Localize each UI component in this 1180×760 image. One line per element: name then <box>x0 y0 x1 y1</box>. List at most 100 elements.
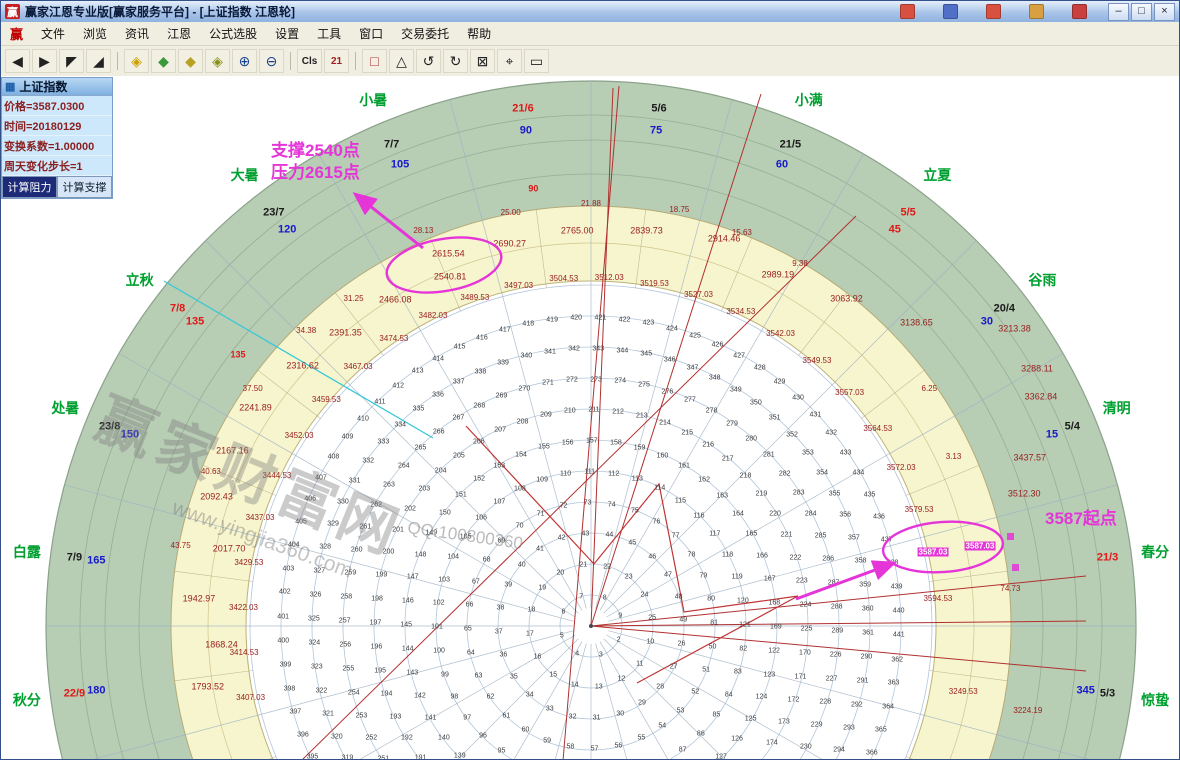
wheel-label: 163 <box>716 492 728 499</box>
wheel-label: 98 <box>450 694 458 701</box>
menu-item-8[interactable]: 交易委托 <box>392 23 458 44</box>
wheel-label: 117 <box>709 531 720 538</box>
tray-icon-3[interactable] <box>1029 4 1044 19</box>
wheel-label: 336 <box>432 391 444 398</box>
wheel-label: 435 <box>864 491 876 498</box>
wheel-label: 小暑 <box>359 93 387 107</box>
maximize-button[interactable]: □ <box>1131 3 1152 21</box>
wheel-label: 422 <box>619 316 631 323</box>
crosshair-icon[interactable]: ⌖ <box>497 49 522 73</box>
minimize-button[interactable]: – <box>1108 3 1129 21</box>
wheel-label: 21/3 <box>1097 552 1118 563</box>
calc-resistance-button[interactable]: 计算阻力 <box>2 176 57 198</box>
menu-item-0[interactable]: 文件 <box>32 23 74 44</box>
wheel-label: 66 <box>466 602 474 609</box>
menu-item-3[interactable]: 江恩 <box>158 23 200 44</box>
close-box-icon[interactable]: ⊠ <box>470 49 495 73</box>
wheel-label: 324 <box>308 639 320 646</box>
wheel-label: 411 <box>374 398 385 405</box>
wheel-label: 275 <box>638 382 650 389</box>
wheel-label: 337 <box>453 379 465 386</box>
wheel-label: 222 <box>790 554 802 561</box>
wheel-label: 139 <box>454 753 466 760</box>
back-icon[interactable]: ◀ <box>5 49 30 73</box>
wheel-label: 220 <box>769 510 781 517</box>
wheel-label: 18 <box>528 606 536 613</box>
select-tool-icon[interactable]: ▭ <box>524 49 549 73</box>
menu-item-2[interactable]: 资讯 <box>116 23 158 44</box>
menu-item-1[interactable]: 浏览 <box>74 23 116 44</box>
gann-fan-icon[interactable]: ◆ <box>178 49 203 73</box>
wheel-label: 221 <box>781 532 793 539</box>
wheel-label: 58 <box>566 744 574 751</box>
wheel-label: 33 <box>546 705 554 712</box>
wheel-label: 立夏 <box>923 168 951 182</box>
wheel-label: 214 <box>659 420 671 427</box>
wheel-label: 83 <box>734 669 742 676</box>
wheel-label: 100 <box>433 648 445 655</box>
wheel-label: 2540.81 <box>434 273 467 282</box>
zoom-in-icon[interactable]: ⊕ <box>232 49 257 73</box>
rect-tool-icon[interactable]: □ <box>362 49 387 73</box>
wheel-label: 大暑 <box>231 168 259 182</box>
menu-item-7[interactable]: 窗口 <box>350 23 392 44</box>
wheel-label: 11 <box>636 660 643 667</box>
rotate-left-icon[interactable]: ↺ <box>416 49 441 73</box>
menu-item-6[interactable]: 工具 <box>308 23 350 44</box>
wheel-label: 2017.70 <box>213 545 246 554</box>
wheel-label: 75 <box>631 507 639 514</box>
wheel-label: 3063.92 <box>830 294 863 303</box>
cls-button[interactable]: Cls <box>297 49 322 73</box>
wheel-label: 396 <box>297 732 309 739</box>
tray-icon-2[interactable] <box>986 4 1001 19</box>
app-window: 赢 赢家江恩专业版[赢家服务平台] - [上证指数 江恩轮] – □ × 赢 文… <box>0 0 1180 760</box>
wheel-label: 3489.53 <box>460 294 489 302</box>
wheel-label: 71 <box>537 510 545 517</box>
calc-support-button[interactable]: 计算支撑 <box>57 176 112 198</box>
tray-icon-4[interactable] <box>1072 4 1087 19</box>
wheel-label: 226 <box>830 652 842 659</box>
wheel-label: 424 <box>666 325 678 332</box>
trend-up-tool-icon[interactable]: ◤ <box>59 49 84 73</box>
wheel-label: 165 <box>87 555 105 566</box>
menu-item-4[interactable]: 公式选股 <box>200 23 266 44</box>
menu-item-5[interactable]: 设置 <box>266 23 308 44</box>
wheel-label: 90 <box>520 126 532 137</box>
wheel-label: 414 <box>432 355 444 362</box>
trend-down-tool-icon[interactable]: ◢ <box>86 49 111 73</box>
gann-wheel-icon[interactable]: ◈ <box>124 49 149 73</box>
wheel-label: 267 <box>453 415 465 422</box>
wheel-label: 46 <box>648 553 656 560</box>
calendar-21-icon[interactable]: 21 <box>324 49 349 73</box>
wheel-label: 48 <box>675 593 683 600</box>
wheel-label: 135 <box>186 317 204 328</box>
grid-icon: ▦ <box>5 80 15 93</box>
wheel-label: 124 <box>756 694 768 701</box>
gann-wheel-chart[interactable]: 小暑大暑立秋处暑白露秋分小满立夏谷雨清明春分惊蛰7/721/65/621/55/… <box>1 76 1180 760</box>
wheel-label: 114 <box>654 485 665 492</box>
wheel-label: 3138.65 <box>900 318 933 327</box>
tray-icon-0[interactable] <box>900 4 915 19</box>
zoom-out-icon[interactable]: ⊖ <box>259 49 284 73</box>
wheel-label: 7 <box>579 593 583 600</box>
tray-icon-1[interactable] <box>943 4 958 19</box>
wheel-label: 3224.19 <box>1013 707 1042 715</box>
triangle-tool-icon[interactable]: △ <box>389 49 414 73</box>
wheel-label: 294 <box>833 746 845 753</box>
wheel-label: 51 <box>702 666 710 673</box>
forward-icon[interactable]: ▶ <box>32 49 57 73</box>
wheel-label: 34 <box>526 692 534 699</box>
gann-box-icon[interactable]: ◆ <box>151 49 176 73</box>
rotate-right-icon[interactable]: ↻ <box>443 49 468 73</box>
wheel-label: 257 <box>339 617 351 624</box>
wheel-label: 206 <box>473 438 485 445</box>
menu-item-9[interactable]: 帮助 <box>458 23 500 44</box>
wheel-label: 332 <box>362 458 374 465</box>
gann-grid-icon[interactable]: ◈ <box>205 49 230 73</box>
wheel-label: 207 <box>494 427 506 434</box>
wheel-label: 68 <box>483 557 491 564</box>
wheel-label: 135 <box>230 351 245 360</box>
wheel-label: 342 <box>568 346 580 353</box>
wheel-label: 213 <box>636 413 648 420</box>
close-button[interactable]: × <box>1154 3 1175 21</box>
